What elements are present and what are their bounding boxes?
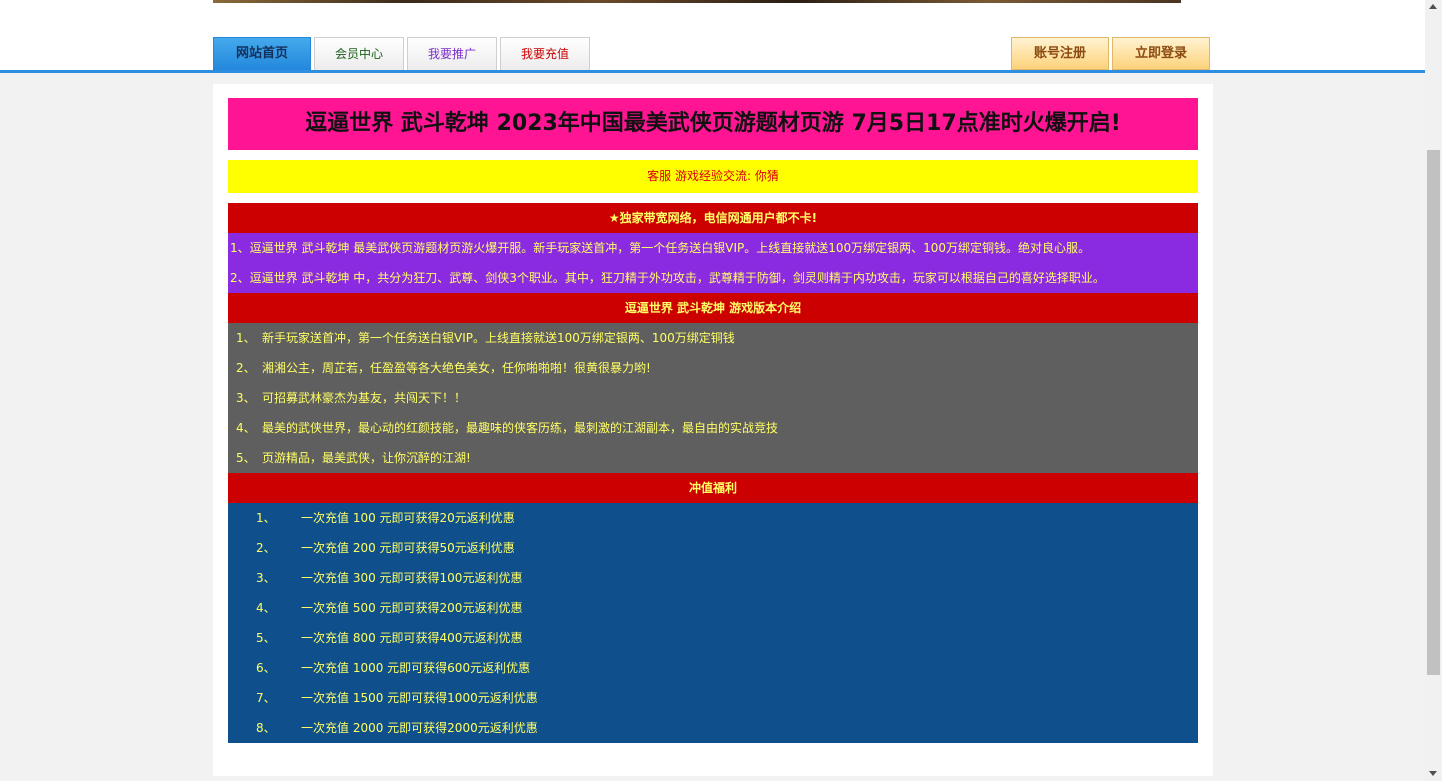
tab-recharge-label: 我要充值 — [520, 47, 569, 61]
network-title: ★独家带宽网络，电信网通用户都不卡! — [228, 203, 1198, 233]
recharge-item: 8、 一次充值 2000 元即可获得2000元返利优惠 — [228, 713, 1198, 743]
recharge-title: 冲值福利 — [228, 473, 1198, 503]
tab-promote[interactable]: 我要推广 — [407, 37, 497, 70]
recharge-number: 7、 — [256, 691, 276, 705]
recharge-number: 5、 — [256, 631, 276, 645]
tab-member-center[interactable]: 会员中心 — [314, 37, 404, 70]
login-button[interactable]: 立即登录 — [1112, 37, 1210, 70]
banner-image-edge — [213, 0, 1181, 3]
nav-divider — [0, 70, 1425, 73]
tab-promote-label: 我要推广 — [427, 47, 476, 61]
recharge-item: 7、 一次充值 1500 元即可获得1000元返利优惠 — [228, 683, 1198, 713]
recharge-text: 一次充值 500 元即可获得200元返利优惠 — [301, 601, 523, 615]
feature-text: 可招募武林豪杰为基友，共闯天下！！ — [262, 391, 467, 405]
recharge-item: 3、 一次充值 300 元即可获得100元返利优惠 — [228, 563, 1198, 593]
scrollbar-thumb[interactable] — [1427, 150, 1440, 675]
recharge-number: 8、 — [256, 721, 276, 735]
register-button[interactable]: 账号注册 — [1011, 37, 1109, 70]
recharge-number: 2、 — [256, 541, 276, 555]
headline-banner: 逗逼世界 武斗乾坤 2023年中国最美武侠页游题材页游 7月5日17点准时火爆开… — [228, 98, 1198, 150]
tab-member-center-label: 会员中心 — [334, 47, 383, 61]
tab-recharge[interactable]: 我要充值 — [500, 37, 590, 70]
feature-item: 5、 页游精品，最美武侠，让你沉醉的江湖! — [228, 443, 1198, 473]
feature-text: 新手玩家送首冲，第一个任务送白银VIP。上线直接就送100万绑定银两、100万绑… — [262, 331, 735, 345]
tab-home[interactable]: 网站首页 — [213, 37, 311, 70]
recharge-item: 2、 一次充值 200 元即可获得50元返利优惠 — [228, 533, 1198, 563]
feature-item: 3、 可招募武林豪杰为基友，共闯天下！！ — [228, 383, 1198, 413]
feature-text: 湘湘公主，周芷若，任盈盈等各大绝色美女，任你啪啪啪！很黄很暴力哟! — [262, 361, 651, 375]
intro-section: ★独家带宽网络，电信网通用户都不卡! 1、逗逼世界 武斗乾坤 最美武侠页游题材页… — [228, 203, 1198, 743]
intro-item: 2、逗逼世界 武斗乾坤 中，共分为狂刀、武尊、剑侠3个职业。其中，狂刀精于外功攻… — [228, 263, 1198, 293]
recharge-item: 1、 一次充值 100 元即可获得20元返利优惠 — [228, 503, 1198, 533]
recharge-text: 一次充值 200 元即可获得50元返利优惠 — [301, 541, 515, 555]
recharge-number: 4、 — [256, 601, 276, 615]
feature-item: 1、 新手玩家送首冲，第一个任务送白银VIP。上线直接就送100万绑定银两、100… — [228, 323, 1198, 353]
feature-number: 2、 — [236, 361, 256, 375]
feature-number: 3、 — [236, 391, 256, 405]
intro-item: 1、逗逼世界 武斗乾坤 最美武侠页游题材页游火爆开服。新手玩家送首冲，第一个任务… — [228, 233, 1198, 263]
recharge-number: 3、 — [256, 571, 276, 585]
recharge-text: 一次充值 800 元即可获得400元返利优惠 — [301, 631, 523, 645]
contact-bar: 客服 游戏经验交流: 你猜 — [228, 160, 1198, 193]
recharge-item: 6、 一次充值 1000 元即可获得600元返利优惠 — [228, 653, 1198, 683]
recharge-item: 4、 一次充值 500 元即可获得200元返利优惠 — [228, 593, 1198, 623]
recharge-item: 5、 一次充值 800 元即可获得400元返利优惠 — [228, 623, 1198, 653]
recharge-text: 一次充值 300 元即可获得100元返利优惠 — [301, 571, 523, 585]
recharge-number: 1、 — [256, 511, 276, 525]
feature-number: 4、 — [236, 421, 256, 435]
recharge-text: 一次充值 100 元即可获得20元返利优惠 — [301, 511, 515, 525]
feature-text: 页游精品，最美武侠，让你沉醉的江湖! — [262, 451, 471, 465]
tab-home-label: 网站首页 — [235, 46, 288, 61]
recharge-text: 一次充值 1500 元即可获得1000元返利优惠 — [301, 691, 538, 705]
feature-item: 4、 最美的武侠世界，最心动的红颜技能，最趣味的侠客历练，最刺激的江湖副本，最自由… — [228, 413, 1198, 443]
feature-text: 最美的武侠世界，最心动的红颜技能，最趣味的侠客历练，最刺激的江湖副本，最自由的实… — [262, 421, 779, 435]
recharge-text: 一次充值 2000 元即可获得2000元返利优惠 — [301, 721, 538, 735]
scroll-down-icon[interactable] — [1429, 771, 1437, 776]
recharge-number: 6、 — [256, 661, 276, 675]
version-title: 逗逼世界 武斗乾坤 游戏版本介绍 — [228, 293, 1198, 323]
recharge-text: 一次充值 1000 元即可获得600元返利优惠 — [301, 661, 531, 675]
feature-number: 5、 — [236, 451, 256, 465]
scroll-up-icon[interactable] — [1429, 4, 1437, 9]
feature-item: 2、 湘湘公主，周芷若，任盈盈等各大绝色美女，任你啪啪啪！很黄很暴力哟! — [228, 353, 1198, 383]
feature-number: 1、 — [236, 331, 256, 345]
